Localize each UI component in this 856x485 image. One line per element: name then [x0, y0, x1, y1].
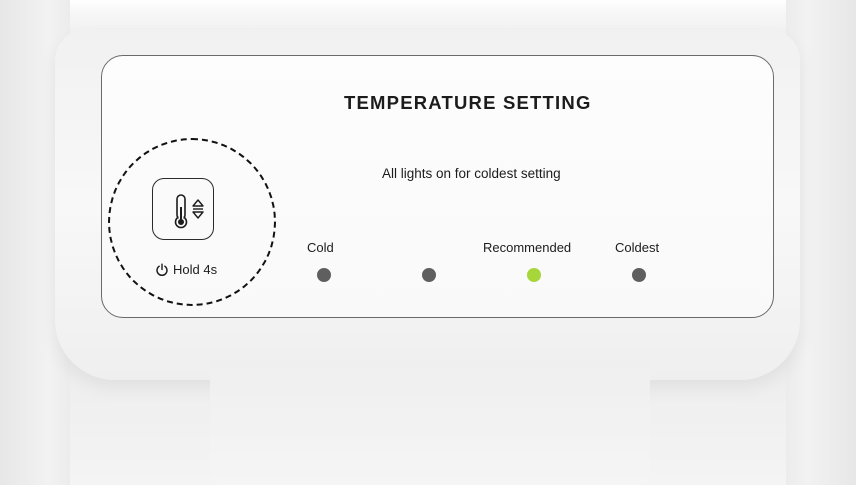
panel-subtitle: All lights on for coldest setting: [382, 166, 561, 181]
level-label-cold: Cold: [307, 240, 334, 255]
control-housing-stem: [210, 360, 650, 485]
hold-label: Hold 4s: [173, 262, 218, 277]
temperature-button[interactable]: [152, 178, 214, 240]
indicator-light-1: [317, 268, 331, 282]
level-label-recommended: Recommended: [483, 240, 572, 255]
indicator-light-2: [422, 268, 436, 282]
thermometer-up-down-icon: [174, 194, 204, 229]
level-label-coldest: Coldest: [615, 240, 660, 255]
indicator-light-3: [527, 268, 541, 282]
indicator-light-4: [632, 268, 646, 282]
hold-instruction: Hold 4s: [155, 262, 217, 277]
panel-title: TEMPERATURE SETTING: [344, 92, 592, 113]
power-icon: [156, 263, 168, 276]
